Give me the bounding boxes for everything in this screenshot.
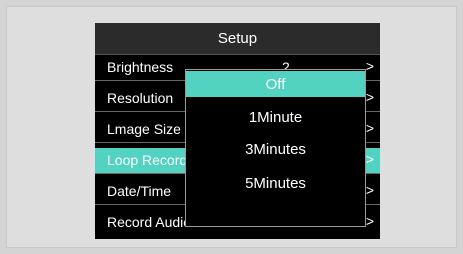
chevron-right-icon: >: [365, 151, 374, 167]
option-off[interactable]: Off: [186, 71, 365, 97]
panel-title: Setup: [95, 23, 380, 55]
chevron-right-icon: >: [365, 182, 374, 198]
option-5-minutes[interactable]: 5Minutes: [186, 170, 365, 196]
option-3-minutes[interactable]: 3Minutes: [186, 136, 365, 162]
menu-item-label: Resolution: [107, 90, 174, 106]
menu-item-label: Record Audio: [107, 214, 192, 230]
option-1-minute[interactable]: 1Minute: [186, 104, 365, 130]
chevron-right-icon: >: [365, 213, 374, 229]
menu-item-label: Loop Record: [107, 152, 188, 168]
menu-item-label: Brightness: [107, 59, 174, 75]
menu-item-label: Lmage Size: [107, 121, 181, 137]
chevron-right-icon: >: [365, 120, 374, 136]
chevron-right-icon: >: [365, 89, 374, 105]
chevron-right-icon: >: [365, 58, 374, 74]
menu-item-label: Date/Time: [107, 183, 172, 199]
loop-record-dropdown: Off 1Minute 3Minutes 5Minutes: [185, 69, 366, 227]
